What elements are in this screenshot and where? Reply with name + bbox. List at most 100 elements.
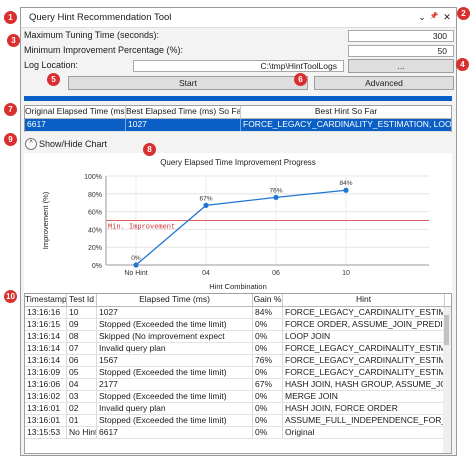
y-tick-label: 0% — [92, 263, 102, 270]
log-row[interactable]: 13:16:01 01 Stopped (Exceeded the time lim… — [25, 415, 451, 427]
annotation-badge-9: 9 — [4, 133, 17, 146]
log-cell: 13:16:14 — [25, 331, 67, 342]
log-cell: 13:16:14 — [25, 343, 67, 354]
summary-row[interactable]: 6617 1027 FORCE_LEGACY_CARDINALITY_ESTIM… — [25, 119, 451, 132]
original-elapsed-cell: 6617 — [25, 119, 126, 131]
log-cell: 67% — [253, 379, 283, 390]
log-row[interactable]: 13:16:14 07 Invalid query plan 0% FORCE_LEGA… — [25, 343, 451, 355]
browse-button[interactable]: ... — [348, 59, 454, 73]
y-tick-label: 80% — [88, 192, 102, 199]
log-cell: 0% — [253, 343, 283, 354]
annotation-badge-3: 3 — [7, 34, 20, 47]
column-header[interactable]: Original Elapsed Time (ms) — [25, 106, 126, 118]
log-cell: FORCE_LEGACY_CARDINALITY_ESTIMATION, FOR… — [285, 355, 445, 366]
x-tick-label: 06 — [272, 270, 280, 277]
log-cell: 01 — [67, 415, 97, 426]
scrollbar-thumb[interactable] — [444, 315, 449, 345]
log-cell: 0% — [253, 367, 283, 378]
column-header[interactable]: Best Hint So Far — [241, 106, 451, 118]
column-header-timestamp[interactable]: Timestamp — [25, 294, 67, 306]
column-header-gain[interactable]: Gain % — [253, 294, 283, 306]
max-tuning-time-input[interactable]: 300 — [348, 30, 454, 42]
y-tick-label: 100% — [84, 174, 102, 181]
start-button[interactable]: Start — [68, 76, 308, 90]
log-cell: 84% — [253, 307, 283, 318]
log-cell: Skipped (No improvement expect — [97, 331, 253, 342]
improvement-chart-svg: Query Elapsed Time Improvement Progress 0… — [41, 158, 429, 291]
log-row[interactable]: 13:15:53 No Hint 6617 0% Original — [25, 427, 451, 439]
log-cell: 02 — [67, 403, 97, 414]
summary-header-row: Original Elapsed Time (ms) Best Elapsed … — [25, 106, 451, 119]
log-cell: 13:16:15 — [25, 319, 67, 330]
log-cell: HASH JOIN, HASH GROUP, ASSUME_JOIN_PREDI… — [285, 379, 445, 390]
log-cell: HASH JOIN, FORCE ORDER — [283, 403, 445, 414]
log-cell: 13:16:01 — [25, 403, 67, 414]
chevron-up-icon[interactable]: ^ — [25, 138, 37, 150]
column-header-hint[interactable]: Hint — [283, 294, 445, 306]
log-row[interactable]: 13:16:16 10 1027 84% FORCE_LEGACY_CARDINALIT… — [25, 307, 451, 319]
log-cell: Invalid query plan — [97, 403, 253, 414]
advanced-button[interactable]: Advanced — [314, 76, 454, 90]
log-row[interactable]: 13:16:02 03 Stopped (Exceeded the time lim… — [25, 391, 451, 403]
data-point — [273, 194, 279, 200]
x-tick-label: 10 — [342, 270, 350, 277]
min-improvement-label: Minimum Improvement Percentage (%): — [24, 45, 184, 55]
log-cell: 76% — [253, 355, 283, 366]
log-row[interactable]: 13:16:06 04 2177 67% HASH JOIN, HASH GROUP, … — [25, 379, 451, 391]
data-point — [203, 202, 209, 208]
annotation-badge-5: 5 — [47, 73, 60, 86]
window-title: Query Hint Recommendation Tool — [29, 12, 172, 23]
log-cell: 08 — [67, 331, 97, 342]
annotation-badge-10: 10 — [4, 290, 17, 303]
log-cell: 13:16:02 — [25, 391, 67, 402]
log-location-input[interactable]: C:\tmp\HintToolLogs — [133, 60, 344, 72]
column-header[interactable]: Best Elapsed Time (ms) So Far — [126, 106, 241, 118]
log-row[interactable]: 13:16:09 05 Stopped (Exceeded the time lim… — [25, 367, 451, 379]
y-tick-label: 60% — [88, 210, 102, 217]
close-icon[interactable]: ✕ — [441, 11, 453, 23]
y-tick-label: 40% — [88, 227, 102, 234]
log-cell: 13:15:53 — [25, 427, 67, 438]
pin-icon[interactable]: 📌 — [428, 11, 440, 23]
log-row[interactable]: 13:16:14 08 Skipped (No improvement expect… — [25, 331, 451, 343]
log-scrollbar[interactable] — [443, 307, 451, 453]
min-improvement-input[interactable]: 50 — [348, 45, 454, 57]
best-elapsed-cell: 1027 — [126, 119, 241, 131]
log-cell: 0% — [253, 319, 283, 330]
annotation-badge-7: 7 — [4, 103, 17, 116]
annotation-badge-4: 4 — [456, 58, 469, 71]
log-cell: 2177 — [97, 379, 253, 390]
log-cell: MERGE JOIN — [283, 391, 445, 402]
x-tick-label: No Hint — [124, 270, 147, 277]
log-cell: 13:16:16 — [25, 307, 67, 318]
log-rows: 13:16:16 10 1027 84% FORCE_LEGACY_CARDINALIT… — [25, 307, 451, 439]
log-cell: 13:16:06 — [25, 379, 67, 390]
column-header-elapsed[interactable]: Elapsed Time (ms) — [97, 294, 253, 306]
show-hide-chart-label: Show/Hide Chart — [39, 139, 108, 149]
threshold-label: Min. Improvement — [108, 224, 175, 232]
log-cell: 04 — [67, 379, 97, 390]
progress-bar — [24, 96, 452, 101]
log-location-label: Log Location: — [24, 60, 79, 70]
minimize-icon[interactable]: ⌄ — [416, 11, 428, 23]
log-row[interactable]: 13:16:15 09 Stopped (Exceeded the time lim… — [25, 319, 451, 331]
log-cell: Stopped (Exceeded the time limit) — [97, 319, 253, 330]
log-cell: 0% — [253, 427, 283, 438]
column-header-test-id[interactable]: Test Id — [67, 294, 97, 306]
log-cell: FORCE_LEGACY_CARDINALITY_ESTIMATION, FOR… — [285, 343, 445, 354]
log-cell: Stopped (Exceeded the time limit) — [97, 415, 253, 426]
log-cell: Stopped (Exceeded the time limit) — [97, 391, 253, 402]
log-cell: Invalid query plan — [97, 343, 253, 354]
data-label: 76% — [269, 187, 282, 194]
log-cell: 0% — [253, 391, 283, 402]
log-cell: 05 — [67, 367, 97, 378]
data-point — [133, 262, 139, 268]
data-label: 67% — [199, 195, 212, 202]
log-cell: 03 — [67, 391, 97, 402]
log-row[interactable]: 13:16:01 02 Invalid query plan 0% HASH JOIN,… — [25, 403, 451, 415]
log-row[interactable]: 13:16:14 06 1567 76% FORCE_LEGACY_CARDINALIT… — [25, 355, 451, 367]
annotation-badge-8: 8 — [143, 143, 156, 156]
annotation-badge-6: 6 — [294, 73, 307, 86]
best-hint-cell: FORCE_LEGACY_CARDINALITY_ESTIMATION, LOO… — [243, 119, 451, 129]
log-cell: FORCE ORDER, ASSUME_JOIN_PREDICATE_DEPEN… — [283, 319, 445, 330]
